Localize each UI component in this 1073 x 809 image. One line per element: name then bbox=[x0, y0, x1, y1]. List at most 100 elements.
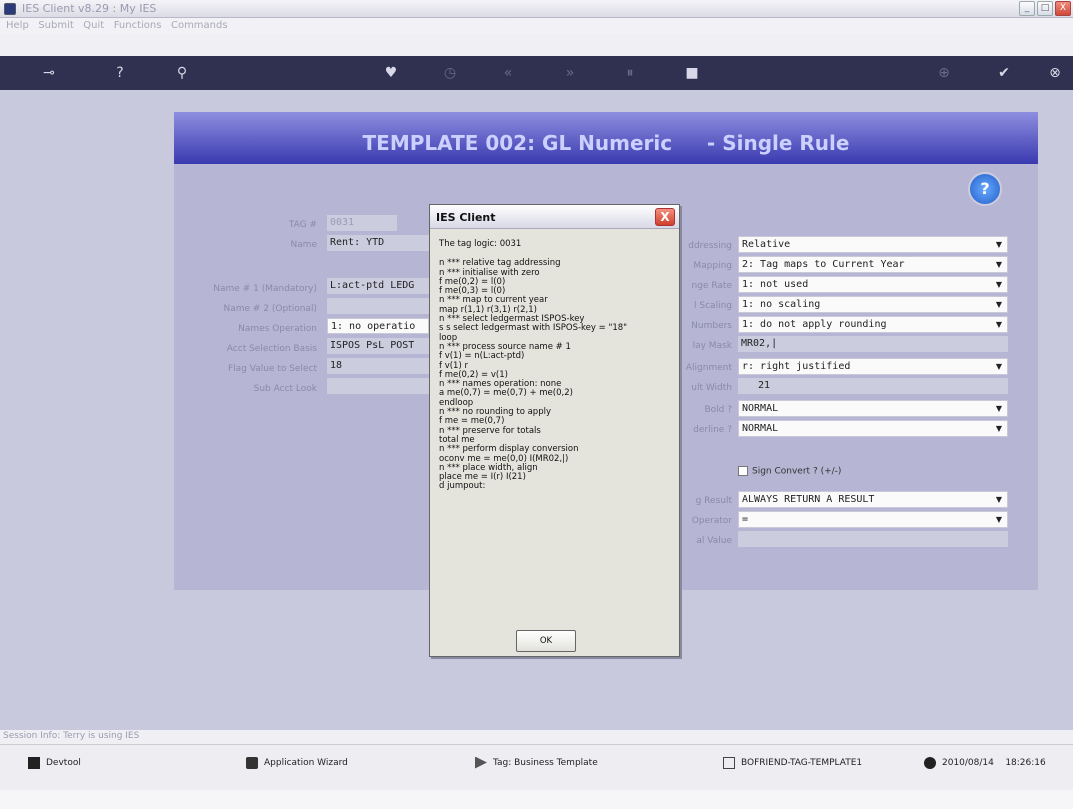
template-banner: TEMPLATE 002: GL Numeric - Single Rule bbox=[174, 112, 1038, 164]
dialog-title-bar: IES Client X bbox=[430, 205, 679, 229]
menu-functions[interactable]: Functions bbox=[114, 18, 162, 34]
operator-value: = bbox=[742, 514, 749, 525]
minimize-button[interactable]: _ bbox=[1019, 1, 1035, 16]
name1-field[interactable]: L:act-ptd LEDG bbox=[327, 278, 429, 294]
chevron-down-icon: ▼ bbox=[995, 300, 1003, 309]
scaling-value: 1: no scaling bbox=[742, 299, 821, 310]
close-icon[interactable]: ⊗ bbox=[1045, 63, 1065, 83]
dialog-intro: The tag logic: 0031 bbox=[439, 239, 522, 249]
alignment-label: Alignment bbox=[685, 363, 732, 373]
dialog-body: The tag logic: 0031 n *** relative tag a… bbox=[439, 239, 674, 492]
ok-button[interactable]: OK bbox=[516, 630, 576, 652]
scaling-select[interactable]: 1: no scaling ▼ bbox=[738, 296, 1008, 313]
logic-line: a me(0,7) = me(0,7) + me(0,2) bbox=[439, 388, 573, 399]
menu-commands[interactable]: Commands bbox=[171, 18, 228, 34]
chevron-down-icon: ▼ bbox=[995, 515, 1003, 524]
name-label: Name bbox=[290, 240, 317, 250]
forward-icon[interactable]: » bbox=[560, 63, 580, 83]
task-application-wizard[interactable]: Application Wizard bbox=[246, 756, 348, 770]
exchange-rate-select[interactable]: 1: not used ▼ bbox=[738, 276, 1008, 293]
result-select[interactable]: ALWAYS RETURN A RESULT ▼ bbox=[738, 491, 1008, 508]
operator-label: Operator bbox=[691, 516, 732, 526]
task-tag-business-template[interactable]: Tag: Business Template bbox=[475, 756, 598, 770]
task-label: Devtool bbox=[46, 758, 81, 768]
help-icon[interactable]: ? bbox=[110, 63, 130, 83]
heart-icon[interactable]: ♥ bbox=[381, 63, 401, 83]
menu-quit[interactable]: Quit bbox=[83, 18, 104, 34]
task-devtool[interactable]: Devtool bbox=[28, 756, 81, 770]
pause-icon[interactable]: ⏸ bbox=[620, 63, 640, 83]
check-icon[interactable]: ✔ bbox=[994, 63, 1014, 83]
exchange-rate-value: 1: not used bbox=[742, 279, 809, 290]
title-bar: IES Client v8.29 : My IES _ □ X bbox=[0, 0, 1073, 18]
task-label: BOFRIEND-TAG-TEMPLATE1 bbox=[741, 758, 863, 768]
flag-value-field[interactable]: 18 bbox=[327, 358, 429, 374]
value-label: al Value bbox=[696, 536, 732, 546]
flag-value-label: Flag Value to Select bbox=[227, 364, 317, 374]
result-width-label: ult Width bbox=[691, 383, 732, 393]
status-bar: Session Info: Terry is using IES bbox=[0, 730, 1073, 744]
addressing-select[interactable]: Relative ▼ bbox=[738, 236, 1008, 253]
sign-convert-checkbox[interactable]: Sign Convert ? (+/-) bbox=[738, 466, 841, 477]
search-icon[interactable]: ⚲ bbox=[172, 63, 192, 83]
globe-icon[interactable]: ⊕ bbox=[934, 63, 954, 83]
menu-submit[interactable]: Submit bbox=[38, 18, 73, 34]
tag-number-field[interactable]: 0031 bbox=[327, 215, 397, 231]
clock-icon[interactable]: ◷ bbox=[440, 63, 460, 83]
result-width-field[interactable]: 21 bbox=[738, 378, 1008, 394]
toolbar-spacer bbox=[0, 34, 1073, 56]
toolbar: ⊸ ? ⚲ ♥ ◷ « » ⏸ ■ ⊕ ✔ ⊗ bbox=[0, 56, 1073, 90]
name-field[interactable]: Rent: YTD bbox=[327, 235, 429, 251]
bold-value: NORMAL bbox=[742, 403, 779, 414]
chevron-down-icon: ▼ bbox=[995, 280, 1003, 289]
rounding-value: 1: do not apply rounding bbox=[742, 319, 887, 330]
maximize-button[interactable]: □ bbox=[1037, 1, 1053, 16]
chevron-down-icon: ▼ bbox=[995, 240, 1003, 249]
app-icon bbox=[4, 3, 16, 15]
value-field[interactable] bbox=[738, 531, 1008, 547]
menu-bar: Help Submit Quit Functions Commands bbox=[0, 18, 1073, 34]
mapping-label: Mapping bbox=[693, 261, 732, 271]
name2-field[interactable] bbox=[327, 298, 429, 314]
display-mask-field[interactable]: MR02,| bbox=[738, 336, 1008, 352]
operator-select[interactable]: = ▼ bbox=[738, 511, 1008, 528]
result-value: ALWAYS RETURN A RESULT bbox=[742, 494, 875, 505]
window-title: IES Client v8.29 : My IES bbox=[22, 2, 157, 15]
underline-value: NORMAL bbox=[742, 423, 779, 434]
rewind-icon[interactable]: « bbox=[498, 63, 518, 83]
menu-help[interactable]: Help bbox=[6, 18, 29, 34]
template-icon bbox=[723, 756, 735, 769]
tag-number-label: TAG # bbox=[288, 220, 317, 230]
sign-convert-label: Sign Convert ? (+/-) bbox=[752, 466, 842, 477]
bold-label: Bold ? bbox=[704, 405, 732, 415]
exchange-rate-label: nge Rate bbox=[691, 281, 732, 291]
chevron-down-icon: ▼ bbox=[995, 495, 1003, 504]
close-window-button[interactable]: X bbox=[1055, 1, 1071, 16]
acct-selection-field[interactable]: ISPOS PsL POST bbox=[327, 338, 429, 354]
rounding-select[interactable]: 1: do not apply rounding ▼ bbox=[738, 316, 1008, 333]
datetime-label: 2010/08/14 18:26:16 bbox=[942, 758, 1046, 768]
names-operation-select[interactable]: 1: no operatio bbox=[327, 318, 429, 334]
taskbar: Devtool Application Wizard Tag: Business… bbox=[0, 744, 1073, 790]
logic-line: s s select ledgermast with ISPOS-key = "… bbox=[439, 323, 628, 334]
dialog-close-button[interactable]: X bbox=[655, 208, 675, 226]
result-label: g Result bbox=[695, 496, 732, 506]
addressing-value: Relative bbox=[742, 239, 791, 250]
devtool-icon bbox=[28, 756, 40, 769]
mapping-select[interactable]: 2: Tag maps to Current Year ▼ bbox=[738, 256, 1008, 273]
bold-select[interactable]: NORMAL ▼ bbox=[738, 400, 1008, 417]
bottom-strip bbox=[0, 790, 1073, 809]
logic-line: d jumpout: bbox=[439, 481, 486, 492]
name2-label: Name # 2 (Optional) bbox=[223, 304, 317, 314]
name1-label: Name # 1 (Mandatory) bbox=[213, 284, 317, 294]
sub-acct-field[interactable] bbox=[327, 378, 429, 394]
help-button[interactable]: ? bbox=[968, 172, 1002, 206]
wizard-icon bbox=[246, 756, 258, 769]
key-icon[interactable]: ⊸ bbox=[34, 63, 64, 83]
alignment-select[interactable]: r: right justified ▼ bbox=[738, 358, 1008, 375]
tag-icon bbox=[475, 756, 487, 769]
stop-icon[interactable]: ■ bbox=[682, 63, 702, 83]
checkbox-box[interactable] bbox=[738, 466, 748, 476]
underline-select[interactable]: NORMAL ▼ bbox=[738, 420, 1008, 437]
task-template[interactable]: BOFRIEND-TAG-TEMPLATE1 bbox=[723, 756, 862, 770]
